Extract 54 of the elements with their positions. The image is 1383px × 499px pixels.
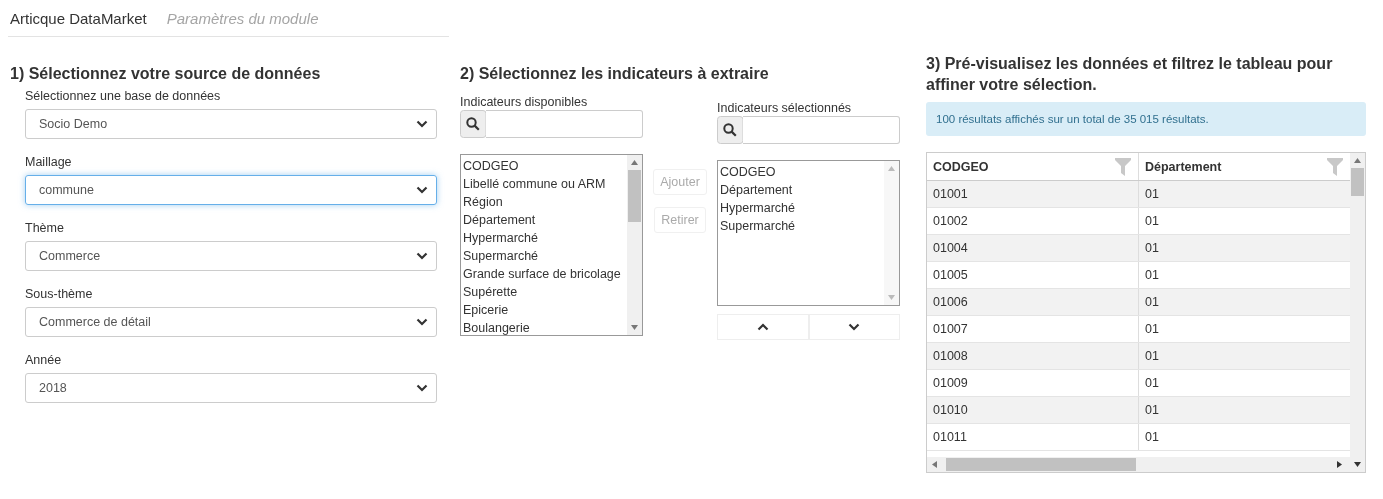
table-cell-text: 01	[1144, 240, 1160, 257]
list-item[interactable]: Supermarché	[720, 217, 882, 235]
table-cell-text: 01	[1144, 375, 1160, 392]
list-item[interactable]: Grande surface de bricolage	[463, 265, 625, 283]
table-cell: 01009	[927, 370, 1139, 396]
list-item[interactable]: Département	[463, 211, 625, 229]
list-item[interactable]: Hypermarché	[463, 229, 625, 247]
list-item[interactable]: Région	[463, 193, 625, 211]
field-label: Maillage	[25, 155, 73, 169]
info-alert: 100 résultats affichés sur un total de 35 015 résultats.	[926, 102, 1366, 136]
table-cell: 01011	[927, 424, 1139, 450]
select-field[interactable]: commune	[25, 175, 437, 205]
list-item[interactable]: Département	[720, 181, 882, 199]
field-label: Thème	[25, 221, 65, 235]
list-item[interactable]: Hypermarché	[720, 199, 882, 217]
select-field[interactable]: 2018	[25, 373, 437, 403]
table-cell-text: 01	[1144, 213, 1160, 230]
page-subtitle: Paramètres du module	[166, 10, 319, 27]
list-item[interactable]: Epicerie	[463, 301, 625, 319]
table-cell: 01005	[927, 262, 1139, 288]
list-label: Indicateurs disponibles	[460, 95, 589, 109]
list-item[interactable]: CODGEO	[463, 157, 625, 175]
table-cell-text: 01	[1144, 429, 1160, 446]
table-cell: 01008	[927, 343, 1139, 369]
table-cell: 01007	[927, 316, 1139, 342]
list-item[interactable]: Libellé commune ou ARM	[463, 175, 625, 193]
table-cell-text: 01	[1144, 186, 1160, 203]
list-item[interactable]: Boulangerie	[463, 319, 625, 337]
table-cell-text: 01	[1144, 402, 1160, 419]
field-label: Année	[25, 353, 63, 367]
select-field[interactable]: Socio Demo	[25, 109, 437, 139]
list-item[interactable]: CODGEO	[720, 163, 882, 181]
table-cell: 01004	[927, 235, 1139, 261]
column-header: CODGEO	[933, 159, 989, 174]
select-field[interactable]: Commerce de détail	[25, 307, 437, 337]
table-cell: 01001	[927, 181, 1139, 207]
select-field[interactable]: Commerce	[25, 241, 437, 271]
table-cell-text: 01	[1144, 321, 1160, 338]
section-heading: 2) Sélectionnez les indicateurs à extraire	[460, 65, 770, 83]
list-label: Indicateurs sélectionnés	[717, 101, 853, 115]
table-cell: 01010	[927, 397, 1139, 423]
section-heading: 3) Pré-visualisez les données et filtrez le tableau pour affiner votre sélection.	[926, 54, 1334, 95]
section-heading: 1) Sélectionnez votre source de données	[10, 65, 322, 83]
field-label: Sélectionnez une base de données	[25, 89, 222, 103]
table-cell-text: 01	[1144, 267, 1160, 284]
list-item[interactable]: Supermarché	[463, 247, 625, 265]
table-cell: 01002	[927, 208, 1139, 234]
table-cell-text: 01	[1144, 348, 1160, 365]
app-title: Articque DataMarket	[10, 10, 147, 27]
column-header: Département	[1145, 159, 1222, 174]
field-label: Sous-thème	[25, 287, 94, 301]
list-item[interactable]: Supérette	[463, 283, 625, 301]
table-cell-text: 01	[1144, 294, 1160, 311]
table-cell: 01006	[927, 289, 1139, 315]
